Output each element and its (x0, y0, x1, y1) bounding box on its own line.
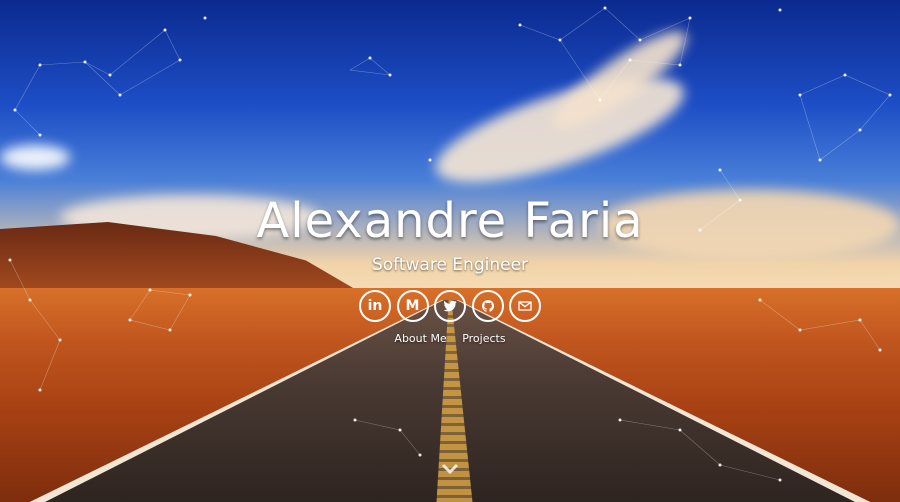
projects-link[interactable]: Projects (462, 332, 505, 345)
page-title: Alexandre Faria (256, 193, 644, 249)
github-button[interactable] (471, 290, 504, 322)
nav-links: About Me Projects (0, 332, 900, 345)
linkedin-icon: in (367, 298, 383, 314)
email-icon (518, 301, 532, 311)
twitter-button[interactable] (434, 290, 466, 322)
email-button[interactable] (509, 290, 541, 322)
page-subtitle: Software Engineer (371, 255, 529, 275)
hero-section: Alexandre Faria Software Engineer in M A… (0, 0, 900, 502)
medium-button[interactable]: M (396, 290, 429, 322)
twitter-icon (443, 300, 457, 312)
social-links: in M (359, 290, 541, 322)
linkedin-button[interactable]: in (359, 290, 391, 322)
github-icon (481, 300, 494, 312)
medium-icon: M (405, 298, 420, 314)
hero-content: Alexandre Faria Software Engineer in M A… (0, 0, 900, 502)
about-me-link[interactable]: About Me (394, 332, 446, 345)
chevron-down-icon[interactable] (441, 462, 459, 476)
